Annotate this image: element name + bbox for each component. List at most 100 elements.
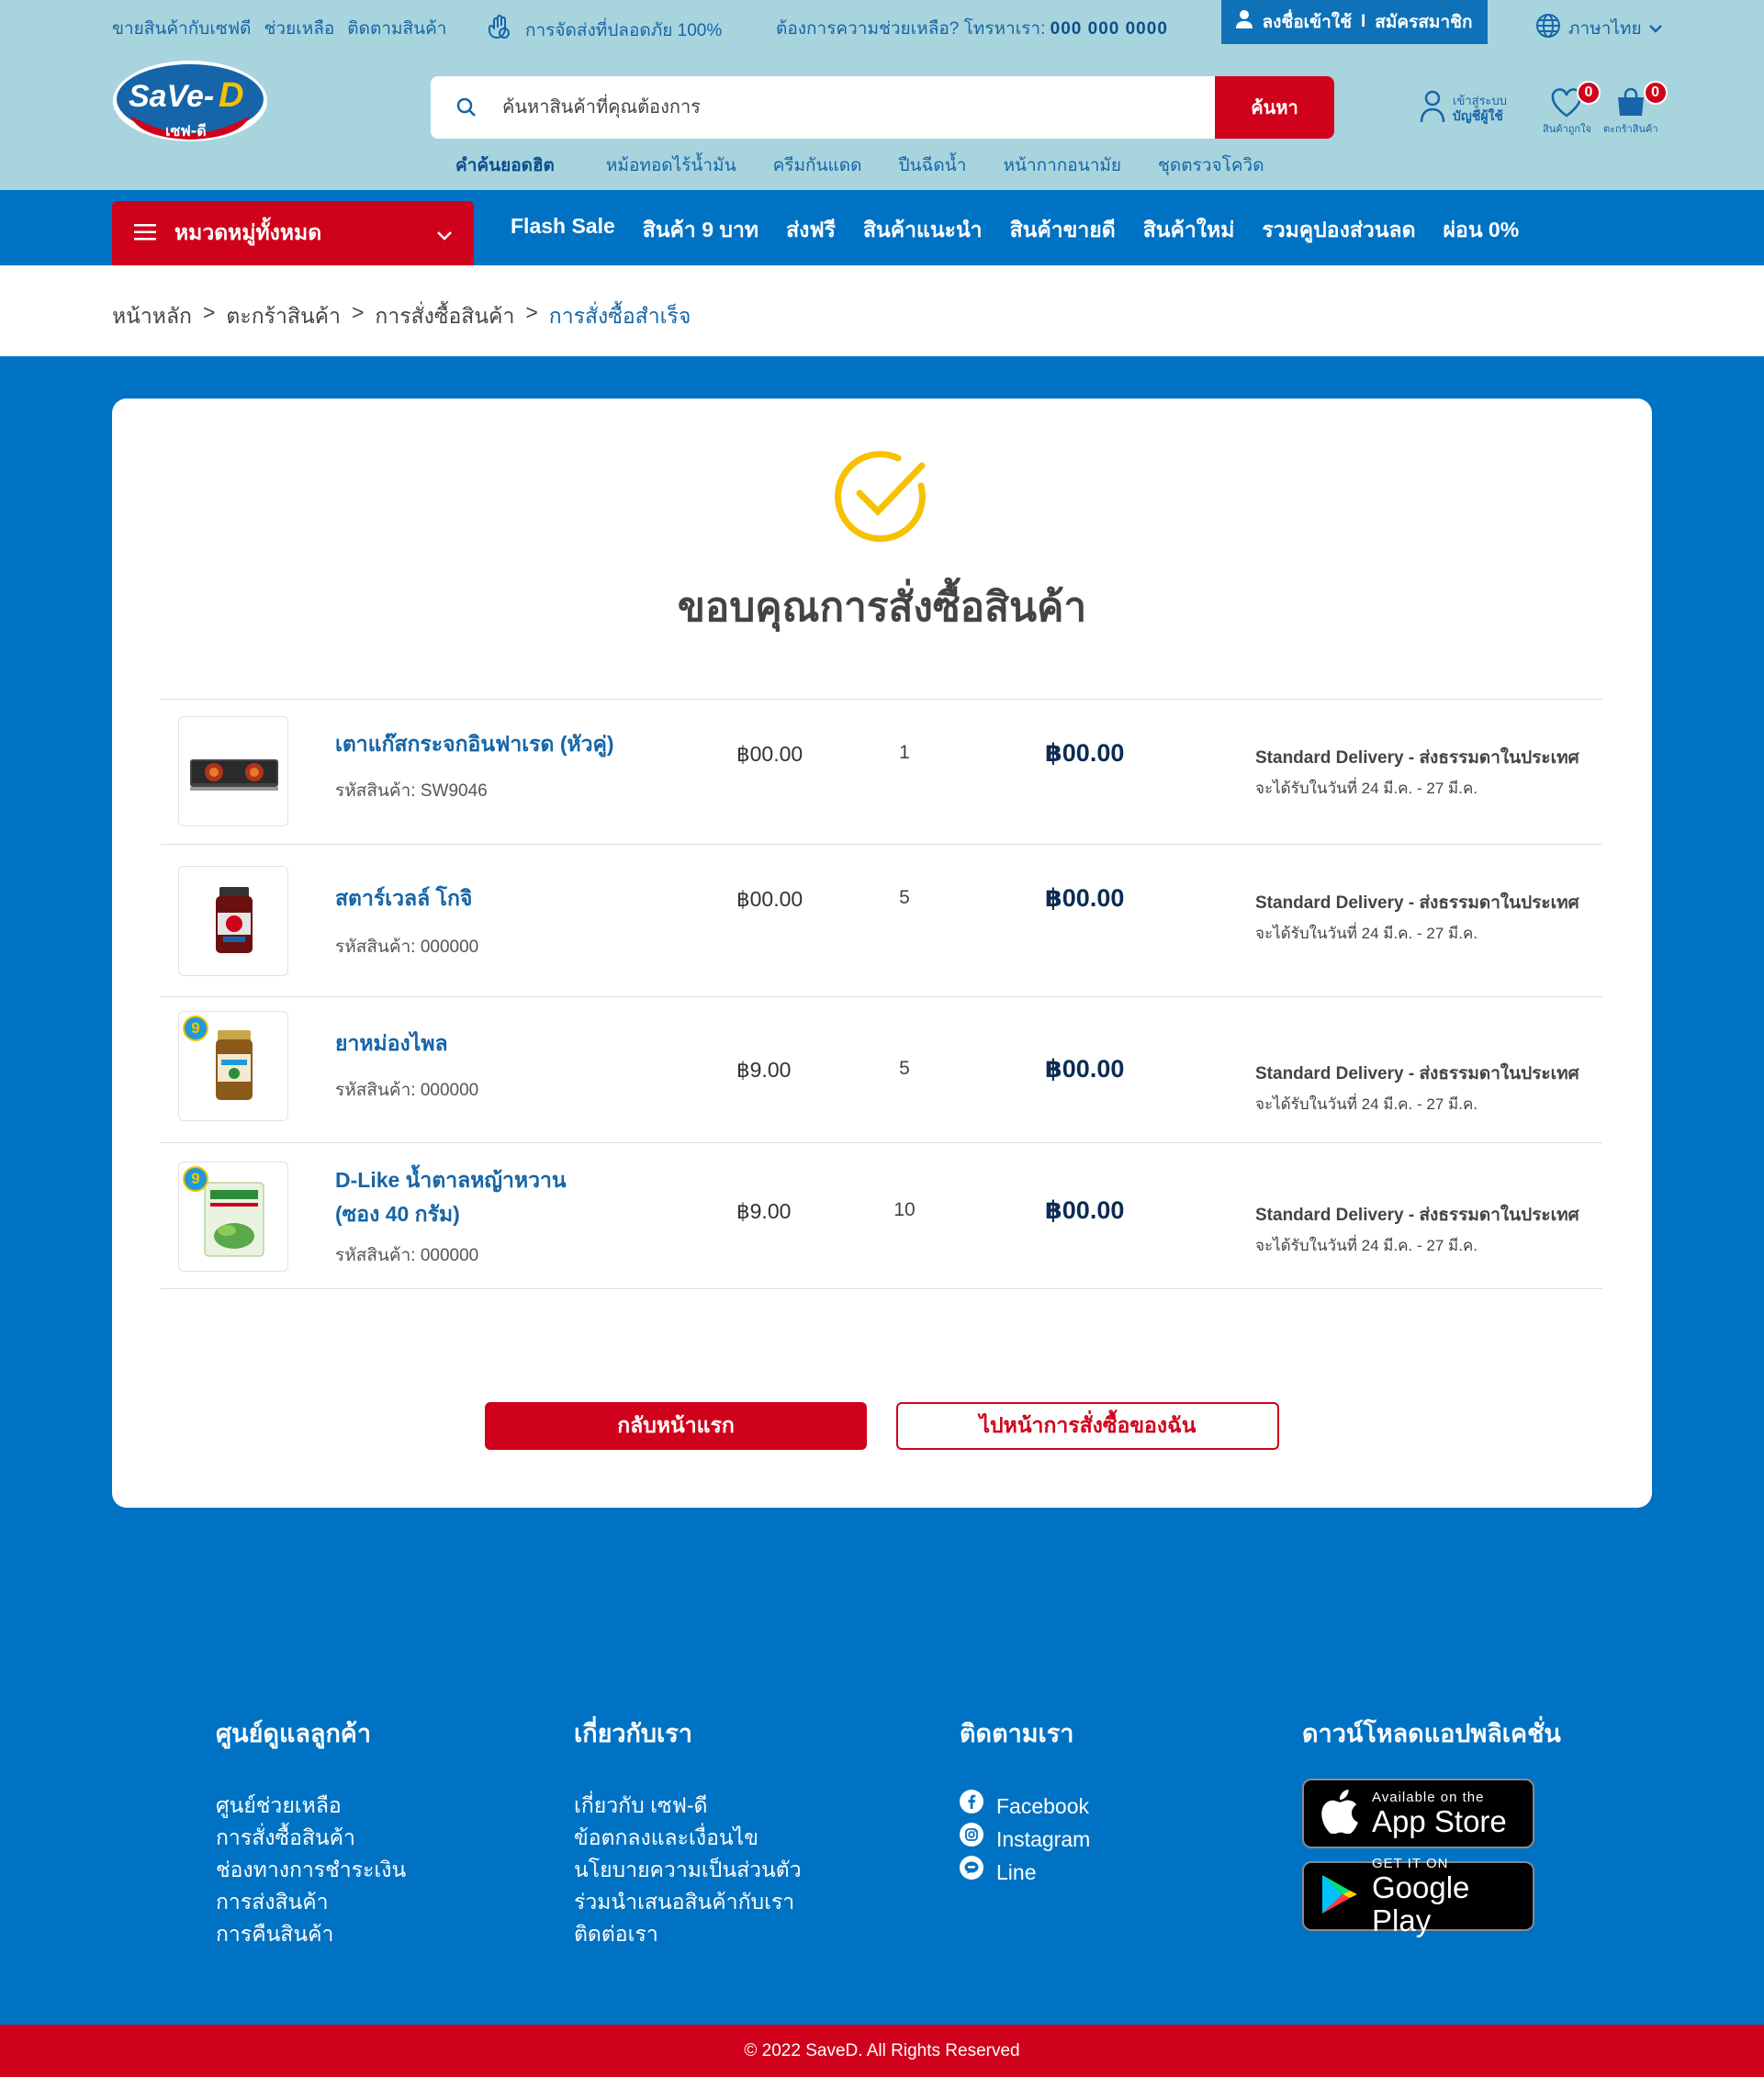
globe-icon: [1535, 13, 1561, 44]
footer-link[interactable]: นโยบายความเป็นส่วนตัว: [574, 1854, 802, 1886]
hot-keyword[interactable]: ครีมกันแดด: [773, 152, 862, 179]
account-line1: เข้าสู่ระบบ: [1453, 94, 1508, 107]
nav-new-products[interactable]: สินค้าใหม่: [1143, 214, 1235, 247]
hot-keyword[interactable]: หน้ากากอนามัย: [1003, 152, 1121, 179]
help-link[interactable]: ช่วยเหลือ: [264, 15, 335, 42]
svg-text:เซฟ-ดี: เซฟ-ดี: [165, 122, 207, 140]
google-play-button[interactable]: GET IT ON Google Play: [1302, 1856, 1534, 1937]
facebook-label: Facebook: [996, 1793, 1090, 1818]
chevron-down-icon: [437, 221, 452, 246]
footer-link[interactable]: ข้อตกลงและเงื่อนไข: [574, 1822, 802, 1854]
google-play-small: GET IT ON: [1372, 1855, 1449, 1871]
nav-free-shipping[interactable]: ส่งฟรี: [786, 214, 836, 247]
product-name[interactable]: D-Like น้ำตาลหญ้าหวาน: [335, 1163, 567, 1197]
language-label: ภาษาไทย: [1568, 19, 1642, 39]
quantity: 1: [899, 742, 910, 763]
phone-number[interactable]: 000 000 0000: [1051, 19, 1168, 39]
line-total: ฿00.00: [1045, 884, 1125, 912]
all-categories-button[interactable]: หมวดหมู่ทั้งหมด: [112, 201, 474, 265]
topbar-links: ขายสินค้ากับเซฟดี ช่วยเหลือ ติดตามสินค้า: [112, 15, 446, 42]
footer-customer-care: ศูนย์ดูแลลูกค้า ศูนย์ช่วยเหลือ การสั่งซื…: [216, 1713, 406, 1950]
line-total: ฿00.00: [1045, 739, 1125, 767]
track-order-link[interactable]: ติดตามสินค้า: [347, 15, 446, 42]
safe-delivery-text: การจัดส่งที่ปลอดภัย 100%: [525, 21, 723, 40]
instagram-link[interactable]: Instagram: [960, 1823, 1090, 1856]
product-name[interactable]: สตาร์เวลล์ โกจิ: [335, 881, 472, 915]
hot-keywords-title: คำค้นยอดฮิต: [455, 156, 555, 175]
wishlist-label: สินค้าถูกใจ: [1543, 124, 1591, 135]
help-phone: ต้องการความช่วยเหลือ? โทรหาเรา: 000 000 …: [776, 15, 1168, 42]
line-link[interactable]: Line: [960, 1856, 1090, 1889]
hot-keyword[interactable]: หม้อทอดไร้น้ำมัน: [606, 152, 736, 179]
back-to-home-button[interactable]: กลับหน้าแรก: [485, 1402, 867, 1450]
product-image[interactable]: 9: [178, 1011, 288, 1121]
login-register: ลงชื่อเข้าใช้ I สมัครสมาชิก: [1221, 0, 1488, 44]
search-button[interactable]: ค้นหา: [1215, 76, 1334, 139]
footer-link[interactable]: การสั่งซื้อสินค้า: [216, 1822, 406, 1854]
login-link[interactable]: ลงชื่อเข้าใช้: [1262, 8, 1352, 36]
breadcrumb-home[interactable]: หน้าหลัก: [112, 300, 192, 333]
nav-flash-sale[interactable]: Flash Sale: [511, 214, 615, 247]
hot-keyword[interactable]: ปืนฉีดน้ำ: [898, 152, 966, 179]
delivery-date: จะได้รับในวันที่ 24 มี.ค. - 27 มี.ค.: [1255, 925, 1478, 942]
breadcrumb-cart[interactable]: ตะกร้าสินค้า: [226, 300, 341, 333]
footer-heading: เกี่ยวกับเรา: [574, 1720, 692, 1747]
top-header: ขายสินค้ากับเซฟดี ช่วยเหลือ ติดตามสินค้า…: [0, 0, 1764, 190]
google-play-icon: [1320, 1873, 1359, 1920]
wishlist-count: 0: [1576, 81, 1601, 105]
account-link[interactable]: เข้าสู่ระบบ บัญชีผู้ใช้: [1420, 90, 1507, 128]
product-name[interactable]: เตาแก๊สกระจกอินฟาเรด (หัวคู่): [335, 727, 614, 761]
language-selector[interactable]: ภาษาไทย: [1535, 13, 1662, 44]
cart-button[interactable]: 0 ตะกร้าสินค้า: [1603, 81, 1668, 137]
footer-link[interactable]: การคืนสินค้า: [216, 1918, 406, 1950]
footer-link[interactable]: เกี่ยวกับ เซฟ-ดี: [574, 1790, 802, 1822]
product-image[interactable]: [178, 716, 288, 826]
quantity: 5: [899, 1058, 910, 1079]
chevron-down-icon: [1648, 18, 1662, 39]
footer-link[interactable]: การส่งสินค้า: [216, 1886, 406, 1918]
hot-keyword[interactable]: ชุดตรวจโควิด: [1158, 152, 1264, 179]
footer-link[interactable]: ติดต่อเรา: [574, 1918, 802, 1950]
safe-delivery: การจัดส่งที่ปลอดภัย 100%: [485, 13, 722, 48]
breadcrumb: หน้าหลัก > ตะกร้าสินค้า > การสั่งซื้อสิน…: [112, 300, 691, 333]
nav-installment[interactable]: ผ่อน 0%: [1444, 214, 1520, 247]
thank-you-title: ขอบคุณการสั่งซื้อสินค้า: [677, 585, 1087, 630]
nav-recommended[interactable]: สินค้าแนะนำ: [863, 214, 983, 247]
footer-link[interactable]: ร่วมนำเสนอสินค้ากับเรา: [574, 1886, 802, 1918]
footer-link[interactable]: ช่องทางการชำระเงิน: [216, 1854, 406, 1886]
delivery-date: จะได้รับในวันที่ 24 มี.ค. - 27 มี.ค.: [1255, 780, 1478, 797]
savd-logo[interactable]: SaVe- D เซฟ-ดี: [112, 59, 268, 147]
footer-about: เกี่ยวกับเรา เกี่ยวกับ เซฟ-ดี ข้อตกลงและ…: [574, 1713, 802, 1950]
nav-coupons[interactable]: รวมคูปองส่วนลด: [1262, 214, 1415, 247]
search-icon[interactable]: [431, 76, 502, 139]
product-image[interactable]: [178, 866, 288, 976]
register-link[interactable]: สมัครสมาชิก: [1375, 8, 1472, 36]
nav-best-sellers[interactable]: สินค้าขายดี: [1010, 214, 1116, 247]
footer-heading: ดาวน์โหลดแอปพลิเคชั่น: [1302, 1720, 1561, 1747]
svg-text:D: D: [219, 76, 243, 115]
hot-keywords: คำค้นยอดฮิต หม้อทอดไร้น้ำมัน ครีมกันแดด …: [455, 152, 1301, 179]
unit-price: ฿00.00: [736, 887, 803, 911]
sell-with-us-link[interactable]: ขายสินค้ากับเซฟดี: [112, 15, 252, 42]
facebook-link[interactable]: Facebook: [960, 1790, 1090, 1823]
account-line2: บัญชีผู้ใช้: [1453, 108, 1503, 123]
cart-count: 0: [1643, 81, 1668, 105]
search-input[interactable]: [502, 76, 1215, 139]
nav-9-baht[interactable]: สินค้า 9 บาท: [643, 214, 758, 247]
app-store-button[interactable]: Available on the App Store: [1302, 1779, 1534, 1848]
app-store-small: Available on the: [1372, 1789, 1485, 1805]
product-name-line2[interactable]: (ซอง 40 กรัม): [335, 1197, 460, 1231]
unit-price: ฿00.00: [736, 742, 803, 766]
footer-follow-us: ติดตามเรา Facebook Instagram Line: [960, 1713, 1090, 1889]
breadcrumb-checkout[interactable]: การสั่งซื้อสินค้า: [375, 300, 514, 333]
product-image[interactable]: 9: [178, 1162, 288, 1272]
my-orders-button[interactable]: ไปหน้าการสั่งซื้อของฉัน: [896, 1402, 1279, 1450]
wishlist-button[interactable]: 0 สินค้าถูกใจ: [1543, 81, 1601, 137]
instagram-label: Instagram: [996, 1826, 1091, 1851]
facebook-icon: [960, 1790, 983, 1823]
instagram-icon: [960, 1823, 983, 1856]
nav-links: Flash Sale สินค้า 9 บาท ส่งฟรี สินค้าแนะ…: [511, 214, 1519, 247]
footer-heading: ศูนย์ดูแลลูกค้า: [216, 1720, 372, 1747]
product-name[interactable]: ยาหม่องไพล: [335, 1027, 448, 1061]
footer-link[interactable]: ศูนย์ช่วยเหลือ: [216, 1790, 406, 1822]
